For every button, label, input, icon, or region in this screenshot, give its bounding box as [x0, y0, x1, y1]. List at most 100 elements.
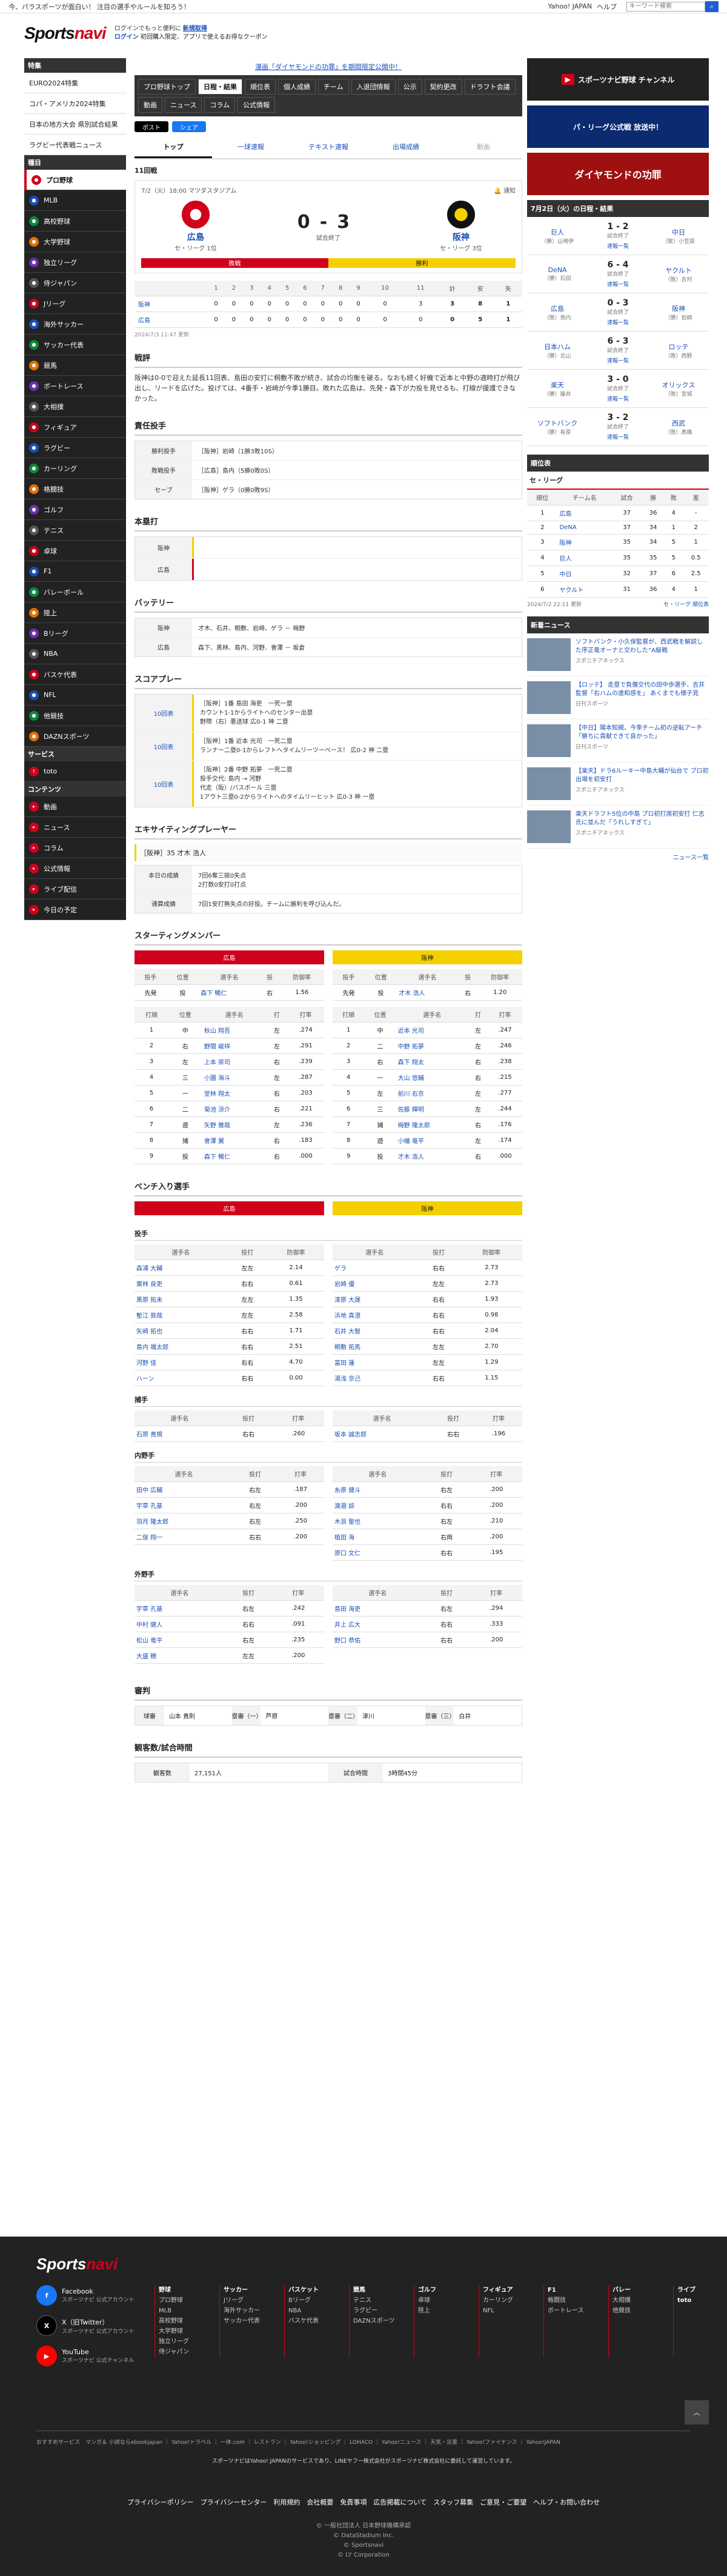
player-row[interactable]: 4 一大山 悠輔右 .215: [333, 1069, 522, 1086]
social-link[interactable]: ▶ YouTube スポーツナビ 公式チャンネル: [36, 2346, 145, 2366]
subtab-2[interactable]: テキスト速報: [290, 137, 367, 158]
sidebar-sport-item[interactable]: ● 大相撲: [24, 396, 126, 417]
sidebar-sport-item[interactable]: ● NBA: [24, 644, 126, 664]
player-row[interactable]: 二俣 翔一 右右 .200: [134, 1529, 324, 1545]
player-row[interactable]: 3 右森下 翔太右 .238: [333, 1053, 522, 1070]
news-item[interactable]: ソフトバンク・小久保監督が、西武戦を解説した序正竜オーナと交わした“A級戦 スポニ…: [527, 633, 709, 676]
live-link[interactable]: 速報一覧: [607, 433, 629, 441]
news-item[interactable]: 楽天ドラフト5位の中島 プロ初打席初安打 仁志氏に並んだ「うれしすぎて」 スポニチ…: [527, 806, 709, 849]
footer-link[interactable]: 大学野球: [159, 2326, 212, 2337]
player-row[interactable]: ハーン 右右 0.00: [134, 1370, 324, 1386]
sidebar-sport-item[interactable]: ● Jリーグ: [24, 293, 126, 314]
footer-link[interactable]: 卓球: [418, 2295, 471, 2306]
live-link[interactable]: 速報一覧: [607, 356, 629, 364]
subtab-3[interactable]: 出場成績: [367, 137, 445, 158]
sidebar-feature-item[interactable]: EURO2024特集: [24, 73, 126, 93]
sidebar-sport-item[interactable]: ● テニス: [24, 520, 126, 541]
subtab-0[interactable]: トップ: [134, 137, 212, 158]
standings-more-link[interactable]: セ・リーグ 順位表: [663, 600, 709, 608]
player-row[interactable]: 1 中秋山 翔吾左 .274: [134, 1022, 324, 1038]
tab-8[interactable]: ドラフト会議: [464, 79, 516, 95]
sidebar-feature-item[interactable]: コパ・アメリカ2024特集: [24, 93, 126, 114]
sidebar-sport-item[interactable]: ● サッカー代表: [24, 335, 126, 355]
sidebar-sport-item[interactable]: ● バスケ代表: [24, 664, 126, 685]
footer-link[interactable]: テニス: [353, 2295, 407, 2306]
live-link[interactable]: 速報一覧: [607, 280, 629, 288]
subtab-1[interactable]: 一球速報: [212, 137, 290, 158]
player-row[interactable]: 羽月 隆太郎 右左 .250: [134, 1513, 324, 1529]
player-row[interactable]: 糸原 健斗 右左 .200: [333, 1481, 522, 1498]
tab-2[interactable]: 順位表: [245, 79, 276, 95]
footer-link[interactable]: NBA: [288, 2306, 342, 2316]
player-row[interactable]: 2 右野間 峻祥左 .291: [134, 1038, 324, 1054]
manga-notice[interactable]: 漫画「ダイヤモンドの功罪」を期間限定公開中！: [134, 58, 522, 75]
tab-5[interactable]: 入退団情報: [351, 79, 396, 95]
player-row[interactable]: 森浦 大輔 左左 2.14: [134, 1260, 324, 1276]
sidebar-sport-item[interactable]: ● DAZNスポーツ: [24, 726, 126, 747]
sidebar-feature-item[interactable]: 日本の地方大会 県別試合結果: [24, 114, 126, 135]
social-link[interactable]: X X（旧Twitter） スポーツナビ 公式アカウント: [36, 2315, 145, 2336]
player-row[interactable]: 原口 文仁 右右 .195: [333, 1544, 522, 1561]
help-link[interactable]: ヘルプ: [597, 2, 617, 12]
site-logo[interactable]: Sportsnavi: [24, 24, 107, 43]
game-card[interactable]: 巨人 （勝）山﨑伊 1 - 2 試合終了 速報一覧 中日 （敗）小笠原: [527, 217, 709, 255]
sidebar-sport-item[interactable]: ● 他競技: [24, 706, 126, 726]
sidebar-sport-item[interactable]: ● 大学野球: [24, 232, 126, 252]
player-row[interactable]: 2 二中野 拓夢左 .246: [333, 1038, 522, 1054]
player-row[interactable]: 6 二菊池 涼介右 .221: [134, 1101, 324, 1117]
tab-10[interactable]: ニュース: [165, 97, 202, 113]
player-row[interactable]: 2 DeNA 37 34 1 2: [527, 521, 709, 535]
game-card[interactable]: 楽天 （勝）藤井 3 - 0 試合終了 速報一覧 オリックス （敗）宮城: [527, 370, 709, 408]
player-row[interactable]: 塹江 敦哉 左左 2.58: [134, 1307, 324, 1323]
player-row[interactable]: 栗林 良吏 右右 0.61: [134, 1275, 324, 1292]
footer-link[interactable]: ゴルフ: [418, 2285, 471, 2295]
sidebar-sport-item[interactable]: ● 高校野球: [24, 211, 126, 232]
news-item[interactable]: 【中日】陽本知親、今季チーム初の逆転アーチ「勝ちに貢献できて良かった」 日刊スポー…: [527, 719, 709, 762]
away-team[interactable]: 阪神 セ・リーグ 3位: [419, 201, 503, 252]
footer-link[interactable]: バスケ代表: [288, 2316, 342, 2326]
footer-link[interactable]: 陸上: [418, 2306, 471, 2316]
home-team[interactable]: 広島 セ・リーグ 1位: [153, 201, 238, 252]
player-row[interactable]: 宇草 孔基 右左 .242: [134, 1600, 324, 1617]
sidebar-sport-item[interactable]: ● F1: [24, 561, 126, 582]
mvp-name[interactable]: ［阪神］35 才木 浩人: [134, 844, 522, 861]
share-x-button[interactable]: ポスト: [134, 121, 168, 132]
sidebar-content-item[interactable]: ▸ ライブ配信: [24, 879, 126, 899]
player-row[interactable]: 6 ヤクルト 31 36 4 1: [527, 581, 709, 598]
news-item[interactable]: 【ロッテ】 走塁で負傷交代の田中歩選手、吉井監督「右ハムの違和感を」 あくまでも…: [527, 676, 709, 719]
footer-link[interactable]: F1: [548, 2285, 601, 2295]
sidebar-sport-item[interactable]: ● 陸上: [24, 602, 126, 623]
sidebar-content-item[interactable]: ▸ コラム: [24, 838, 126, 858]
signup-link[interactable]: 新規取得: [183, 25, 207, 32]
sidebar-sport-item[interactable]: ● ゴルフ: [24, 499, 126, 520]
player-row[interactable]: 岩崎 優左左 2.73: [333, 1275, 522, 1292]
footer-link[interactable]: ボートレース: [548, 2306, 601, 2316]
news-item[interactable]: 【楽天】ドラ6ルーキー中島大輔が仙台で プロ初出場を初安打 スポニチアネックス: [527, 762, 709, 806]
youtube-banner[interactable]: ▶ スポーツナビ野球 チャンネル: [527, 58, 709, 101]
sidebar-feature-item[interactable]: ラグビー代表戦ニュース: [24, 135, 126, 155]
footer-link[interactable]: Jリーグ: [224, 2295, 277, 2306]
footer-link[interactable]: フィギュア: [483, 2285, 536, 2295]
sidebar-service-item[interactable]: t toto: [24, 761, 126, 782]
player-row[interactable]: 島内 颯太郎 右右 2.51: [134, 1338, 324, 1355]
footer-link[interactable]: ライブ: [677, 2285, 727, 2295]
tab-0[interactable]: プロ野球トップ: [138, 79, 196, 95]
player-row[interactable]: 大盛 穂左左 .200: [134, 1647, 324, 1664]
sidebar-content-item[interactable]: ▸ 動画: [24, 796, 126, 817]
footer-link[interactable]: 野球: [159, 2285, 212, 2295]
sidebar-sport-item[interactable]: ● ボートレース: [24, 376, 126, 396]
player-row[interactable]: 浜地 真澄 右右 0.98: [333, 1307, 522, 1323]
player-row[interactable]: 坂本 誠志郎 右右 .196: [333, 1426, 522, 1442]
player-row[interactable]: 先発投才木 浩人右 1.20: [333, 984, 522, 1001]
footer-link[interactable]: 競馬: [353, 2285, 407, 2295]
subtab-4[interactable]: 動画: [445, 137, 522, 158]
player-row[interactable]: 5 一堂林 翔太右 .203: [134, 1085, 324, 1101]
player-row[interactable]: 湯浅 京己 右右 1.15: [333, 1370, 522, 1386]
player-row[interactable]: 4 三小園 海斗左 .287: [134, 1069, 324, 1086]
player-row[interactable]: 5 左前川 右京左 .277: [333, 1085, 522, 1101]
player-row[interactable]: 井上 広大 右右 .333: [333, 1616, 522, 1632]
game-card[interactable]: DeNA （勝）石田 6 - 4 試合終了 速報一覧 ヤクルト （敗）吉村: [527, 255, 709, 293]
live-link[interactable]: 速報一覧: [607, 242, 629, 250]
player-row[interactable]: 河野 佳右右 4.70: [134, 1354, 324, 1370]
player-row[interactable]: 漆原 大晟 右右 1.93: [333, 1291, 522, 1307]
